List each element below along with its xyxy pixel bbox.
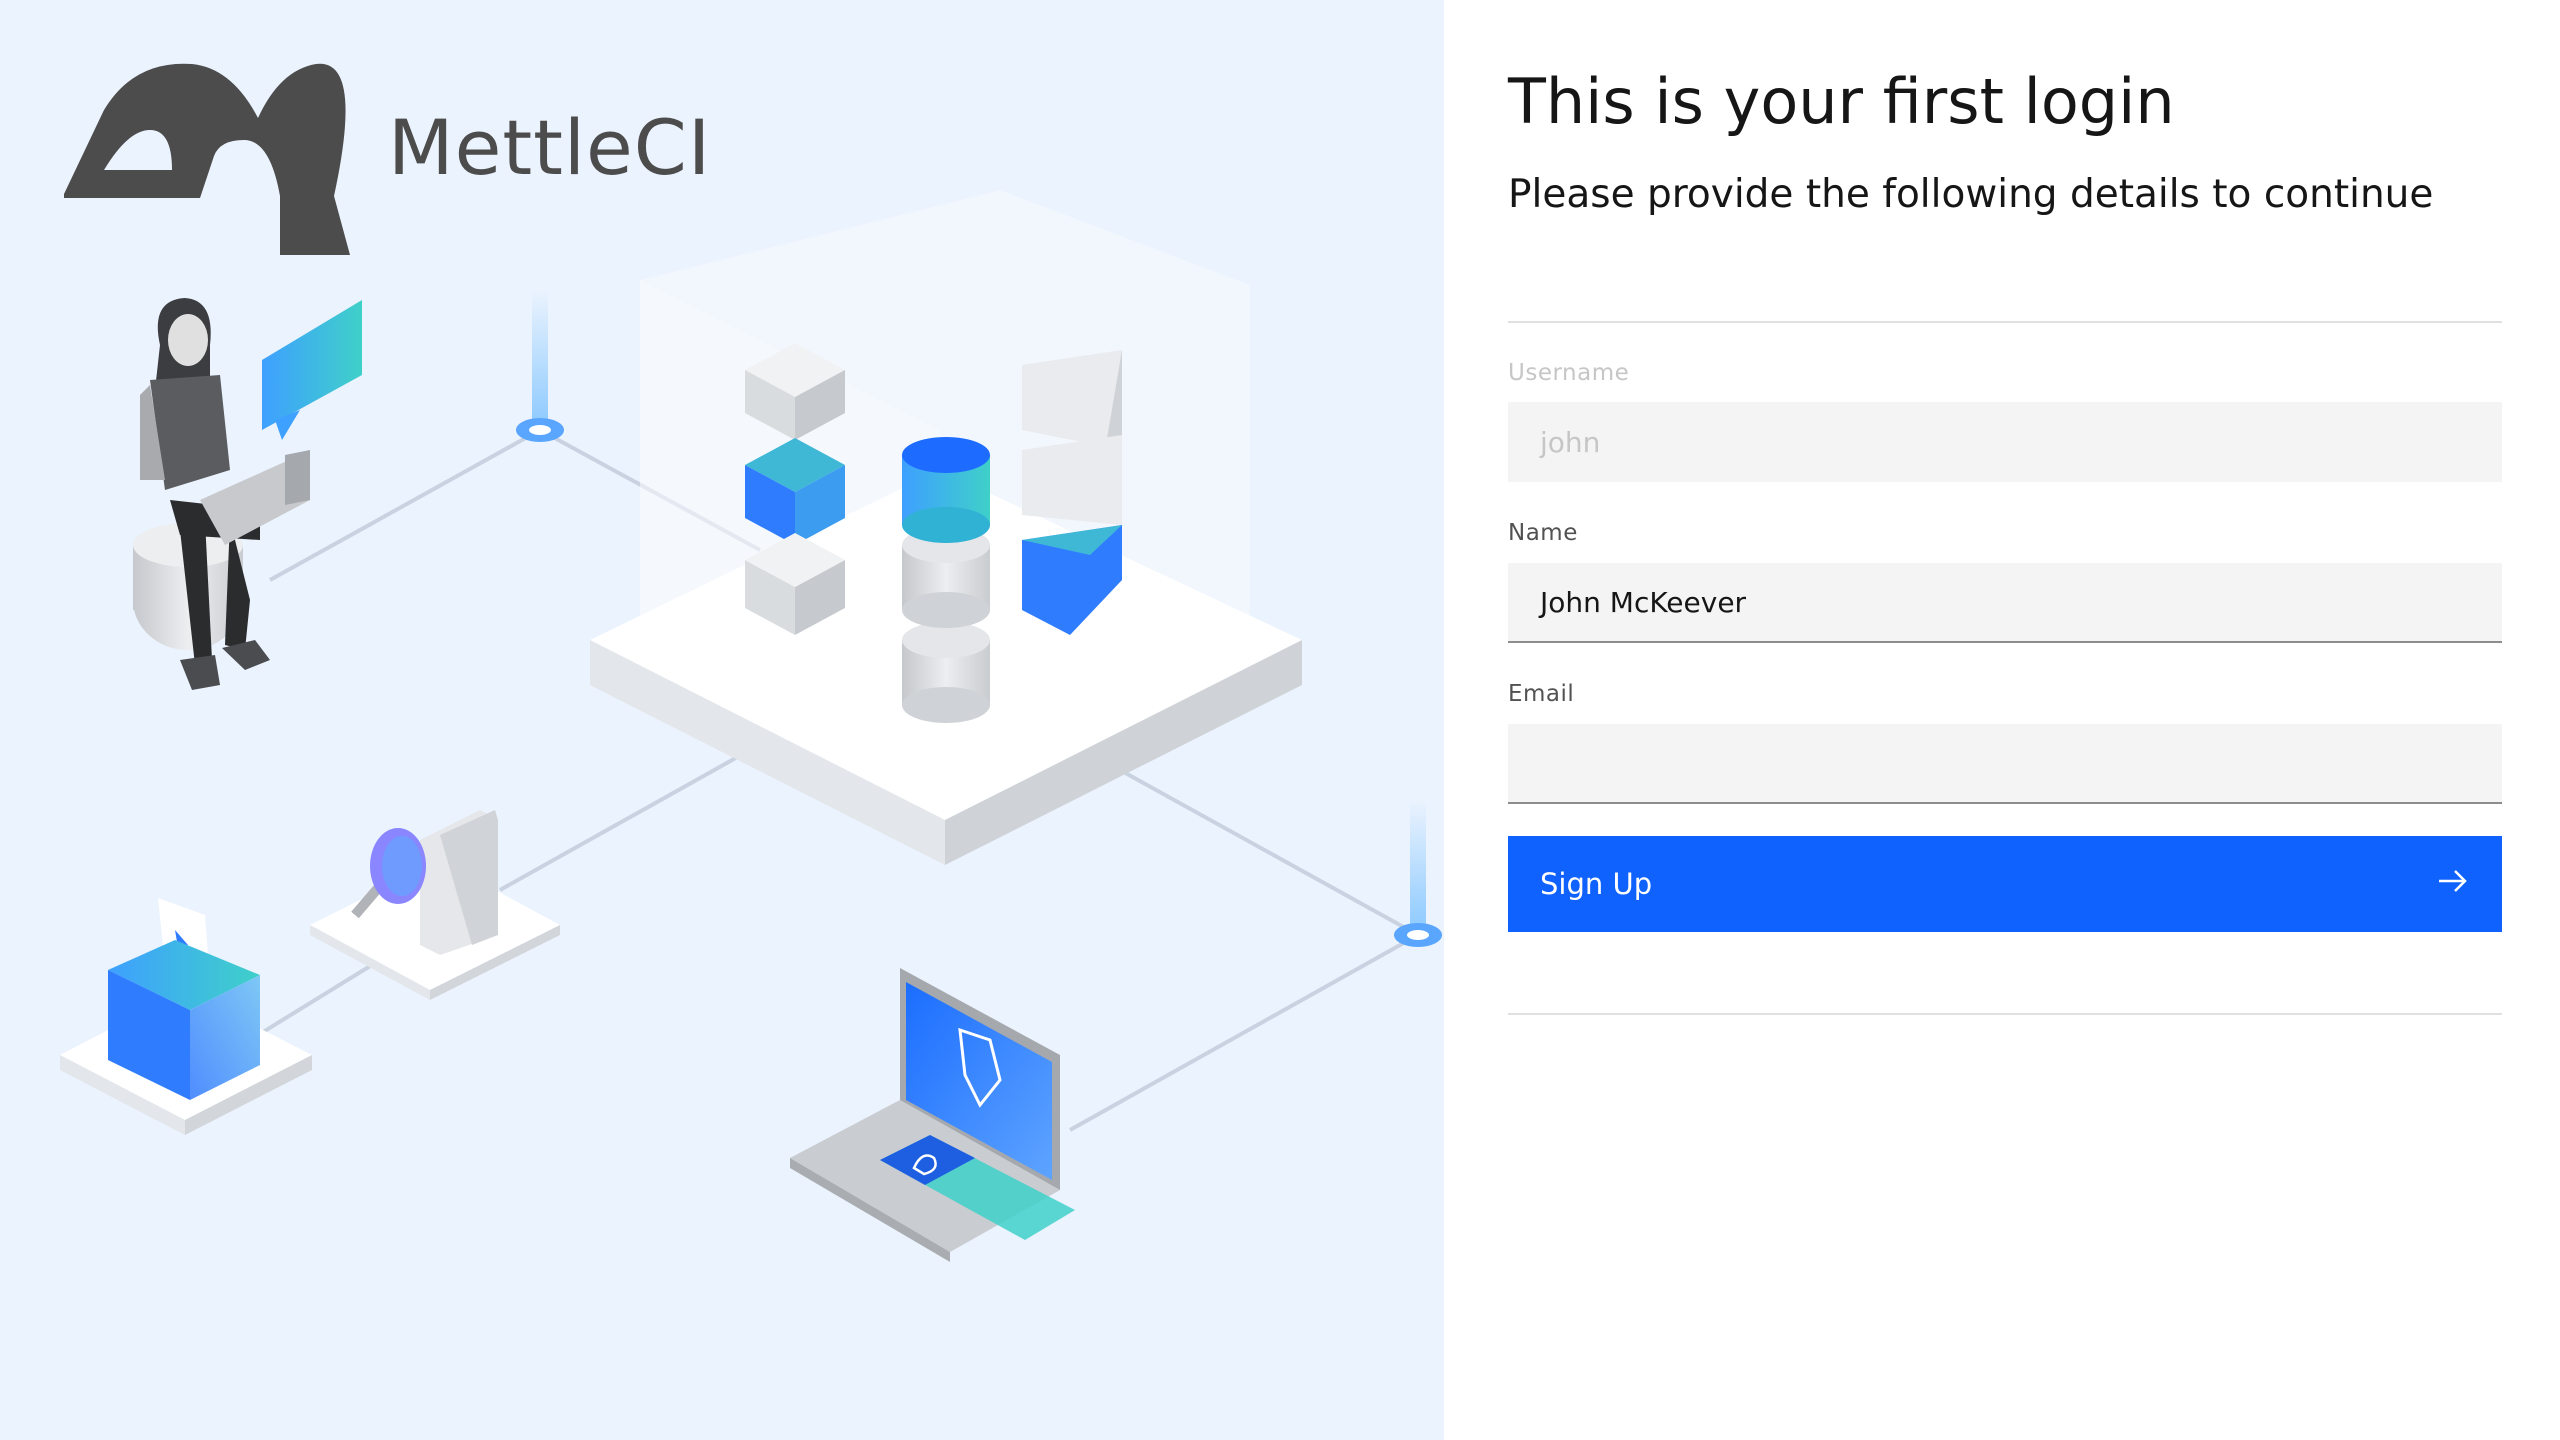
beam-light bbox=[532, 290, 548, 430]
name-field[interactable]: John McKeever bbox=[1508, 563, 2502, 643]
page-title: This is your first login bbox=[1508, 65, 2175, 138]
search-documents bbox=[310, 810, 560, 1000]
signup-button-label: Sign Up bbox=[1540, 867, 1653, 901]
brand-name: MettleCI bbox=[388, 103, 712, 192]
database-stack bbox=[902, 437, 990, 723]
email-field[interactable] bbox=[1508, 724, 2502, 804]
page-subtitle: Please provide the following details to … bbox=[1508, 172, 2434, 217]
isometric-illustration bbox=[60, 63, 1442, 1262]
username-field: john bbox=[1508, 402, 2502, 482]
mettleci-logo-icon bbox=[64, 63, 350, 255]
cube-stack bbox=[745, 343, 845, 635]
ballot-box bbox=[60, 898, 312, 1135]
divider bbox=[1508, 321, 2502, 323]
laptop-icon bbox=[790, 968, 1075, 1262]
signup-button[interactable]: Sign Up bbox=[1508, 836, 2502, 932]
illustration-panel: MettleCI bbox=[0, 0, 1444, 1440]
email-label: Email bbox=[1508, 681, 1575, 707]
name-label: Name bbox=[1508, 520, 1578, 546]
arrow-right-icon bbox=[2436, 864, 2470, 905]
signup-form-panel: This is your first login Please provide … bbox=[1444, 0, 2560, 1440]
prism-stack bbox=[1022, 350, 1122, 635]
beam-light bbox=[1410, 800, 1426, 935]
username-label: Username bbox=[1508, 360, 1630, 386]
chat-bubble-icon bbox=[262, 300, 362, 440]
divider bbox=[1508, 1013, 2502, 1015]
